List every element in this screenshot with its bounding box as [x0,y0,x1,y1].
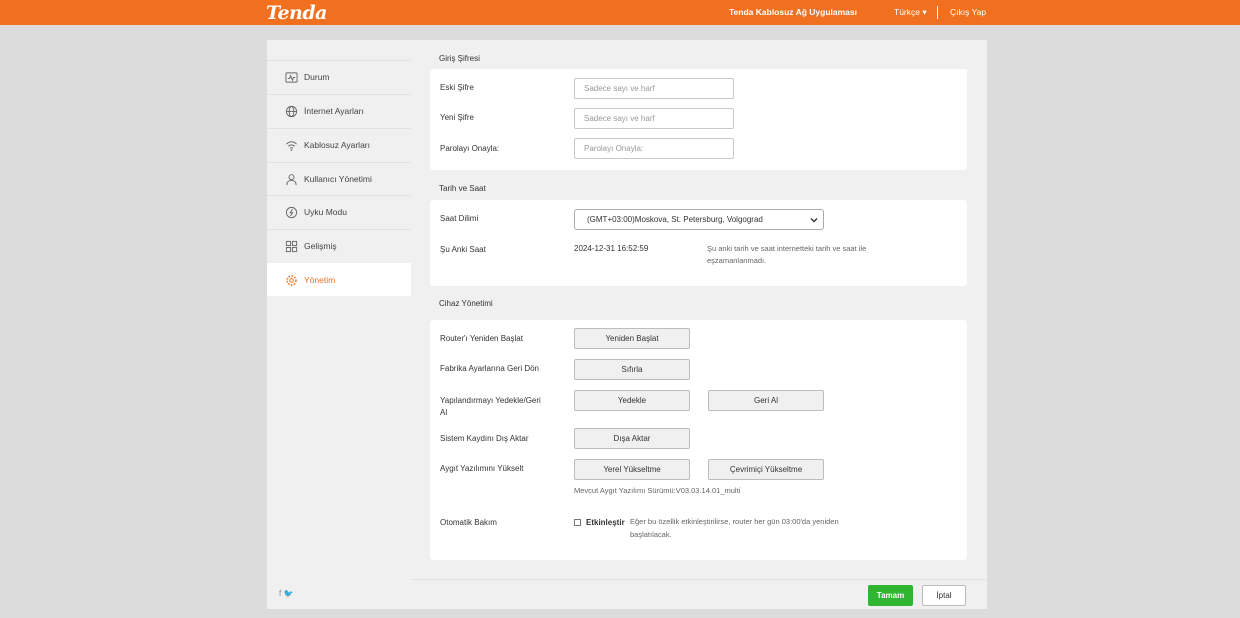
logout-link[interactable]: Çıkış Yap [950,7,986,17]
firmware-version: Mevcut Aygıt Yazılımı Sürümü:V03.03.14.0… [574,486,741,495]
confirm-password-label: Parolayı Onayla: [440,144,500,153]
section-title-device: Cihaz Yönetimi [439,299,493,308]
datetime-card: Saat Dilimi (GMT+03:00)Moskova, St. Pete… [430,200,967,286]
gear-icon [285,274,298,287]
sidebar-item-label: İnternet Ayarları [304,106,364,116]
footer-bar: Tamam İptal [411,579,987,609]
sidebar-item-label: Uyku Modu [304,207,347,217]
confirm-password-input[interactable] [574,138,734,159]
export-log-button[interactable]: Dışa Aktar [574,428,690,449]
tenda-logo: Tenda [266,2,327,24]
current-time-label: Şu Anki Saat [440,245,486,254]
new-password-label: Yeni Şifre [440,113,474,122]
syslog-label: Sistem Kaydını Dış Aktar [440,434,529,443]
login-password-card: Eski Şifre Yeni Şifre Parolayı Onayla: [430,69,967,170]
enable-checkbox-label[interactable]: Etkinleştir [586,517,625,528]
sidebar-item-label: Durum [304,72,330,82]
old-password-input[interactable] [574,78,734,99]
section-title-login-password: Giriş Şifresi [439,54,480,63]
social-links[interactable]: f 🐦 [279,589,293,598]
auto-maintenance-label: Otomatik Bakım [440,518,497,527]
app-title: Tenda Kablosuz Ağ Uygulaması [729,7,857,17]
chevron-down-icon [809,215,819,225]
sidebar-item-users[interactable]: Kullanıcı Yönetimi [267,162,411,195]
user-icon [285,173,298,186]
new-password-input[interactable] [574,108,734,129]
globe-icon [285,105,298,118]
sidebar: Durum İnternet Ayarları Kablosuz Ayarlar… [267,40,411,609]
sidebar-item-label: Gelişmiş [304,241,337,251]
language-selector[interactable]: Türkçe ▾ [894,7,927,18]
ok-button[interactable]: Tamam [868,585,913,606]
timezone-select[interactable]: (GMT+03:00)Moskova, St. Petersburg, Volg… [574,209,824,230]
main-container: Durum İnternet Ayarları Kablosuz Ayarlar… [267,40,987,609]
factory-reset-button[interactable]: Sıfırla [574,359,690,380]
device-card: Router'ı Yeniden Başlat Yeniden Başlat F… [430,320,967,560]
sidebar-item-advanced[interactable]: Gelişmiş [267,229,411,262]
section-title-datetime: Tarih ve Saat [439,184,486,193]
restore-button[interactable]: Geri Al [708,390,824,411]
local-upgrade-button[interactable]: Yerel Yükseltme [574,459,690,480]
wifi-icon [285,139,298,152]
cancel-button[interactable]: İptal [922,585,966,606]
sidebar-item-label: Kablosuz Ayarları [304,140,370,150]
backup-label-line-2: Al [440,408,448,417]
old-password-label: Eski Şifre [440,83,474,92]
sync-note-line-1: Şu anki tarih ve saat internetteki tarih… [707,244,867,253]
timezone-value: (GMT+03:00)Moskova, St. Petersburg, Volg… [587,215,763,224]
reboot-button[interactable]: Yeniden Başlat [574,328,690,349]
sidebar-item-internet[interactable]: İnternet Ayarları [267,94,411,127]
sidebar-item-label: Kullanıcı Yönetimi [304,174,372,184]
status-icon [285,71,298,84]
auto-maintenance-note-line-2: başlatılacak. [630,530,672,539]
sidebar-item-wireless[interactable]: Kablosuz Ayarları [267,128,411,161]
online-upgrade-button[interactable]: Çevrimiçi Yükseltme [708,459,824,480]
auto-maintenance-note-line-1: Eğer bu özellik etkinleştirilirse, route… [630,517,839,526]
sync-note-line-2: eşzamanlanmadı. [707,256,767,265]
factory-reset-label: Fabrika Ayarlarına Geri Dön [440,364,540,373]
grid-icon [285,240,298,253]
backup-label-line-1: Yapılandırmayı Yedekle/Geri [440,396,541,405]
sleep-icon [285,206,298,219]
firmware-label: Aygıt Yazılımını Yükselt [440,464,524,473]
sidebar-item-label: Yönetim [304,275,336,285]
header-divider [937,6,938,19]
sidebar-item-sleep[interactable]: Uyku Modu [267,195,411,228]
sidebar-item-management[interactable]: Yönetim [267,263,411,296]
backup-button[interactable]: Yedekle [574,390,690,411]
auto-maintenance-checkbox[interactable] [574,519,581,526]
content-area: Giriş Şifresi Eski Şifre Yeni Şifre Paro… [411,40,987,579]
sidebar-item-status[interactable]: Durum [267,60,411,93]
timezone-label: Saat Dilimi [440,214,479,223]
top-bar: Tenda Tenda Kablosuz Ağ Uygulaması Türkç… [0,0,1240,25]
current-time-value: 2024-12-31 16:52:59 [574,244,649,253]
reboot-label: Router'ı Yeniden Başlat [440,334,523,343]
